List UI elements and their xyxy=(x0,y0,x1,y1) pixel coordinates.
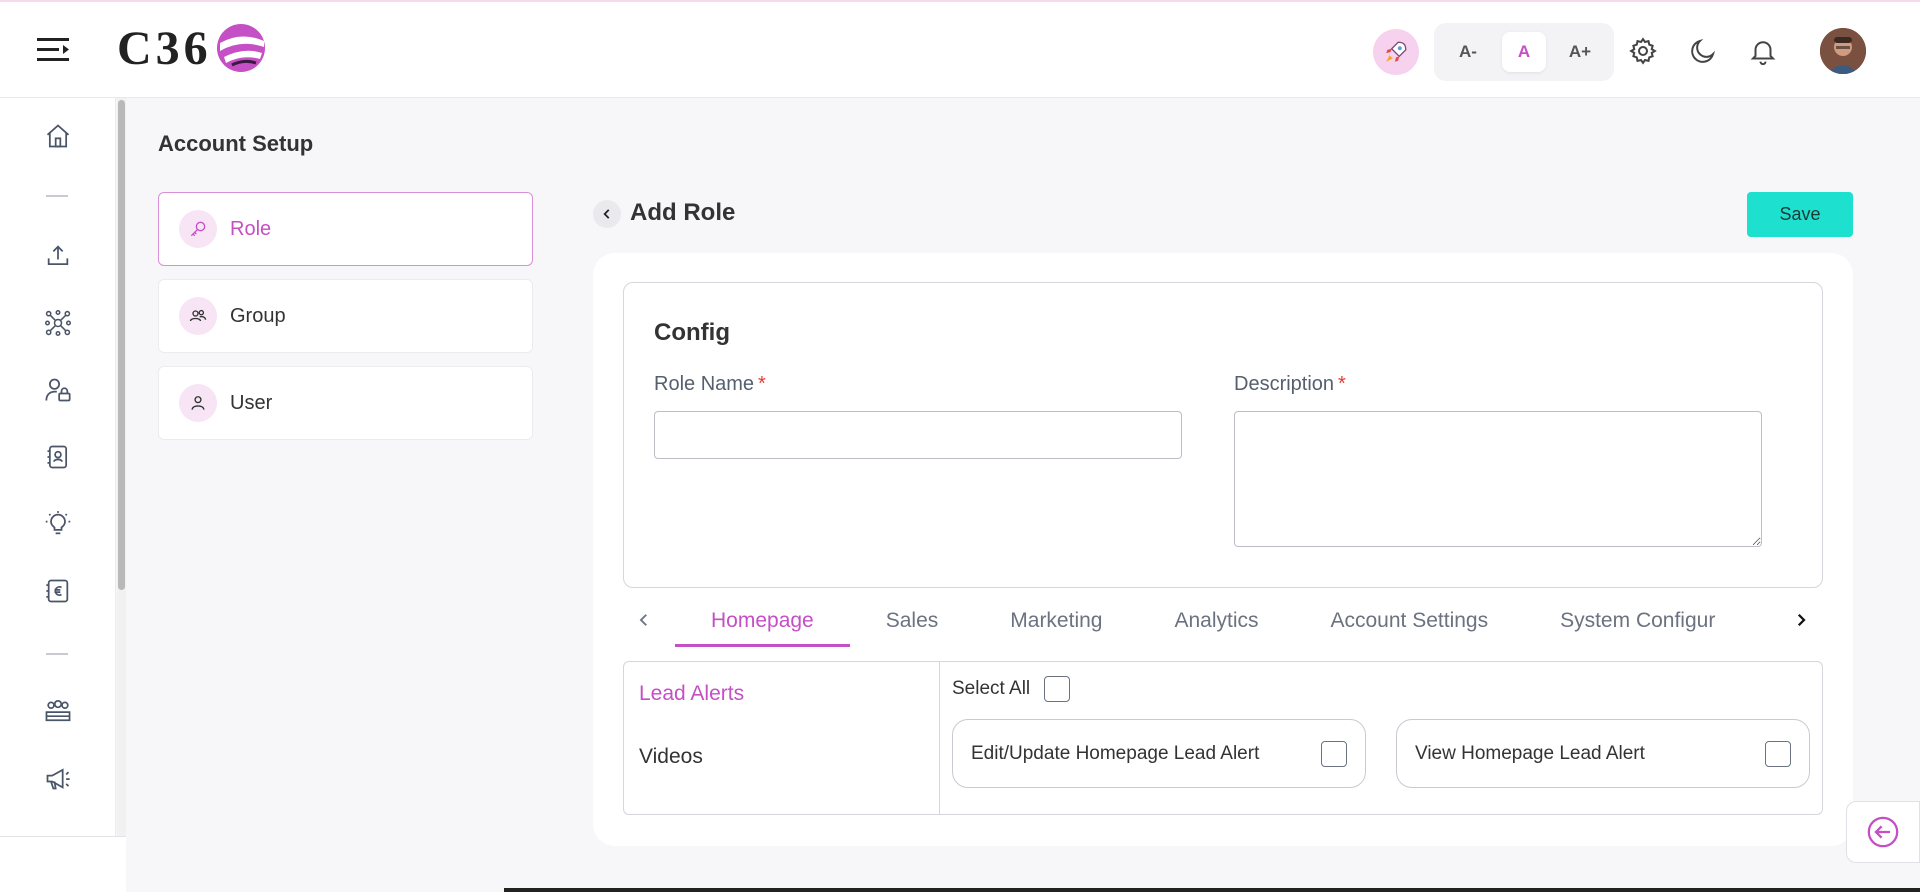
globe-logo-icon xyxy=(216,24,265,72)
bottom-edge xyxy=(504,888,1920,892)
chevron-right-icon xyxy=(1797,613,1806,627)
role-name-label: Role Name * xyxy=(654,373,766,396)
category-lead-alerts[interactable]: Lead Alerts xyxy=(639,682,744,706)
page-title: Account Setup xyxy=(158,131,314,156)
select-all: Select All xyxy=(952,676,1071,702)
menu-item-label: Role xyxy=(230,217,272,240)
tabs-scroll-left-button[interactable] xyxy=(629,605,659,635)
chevron-left-icon xyxy=(603,209,610,219)
home-icon[interactable] xyxy=(41,119,75,153)
required-mark: * xyxy=(758,373,766,395)
role-form-card: Config Role Name * Description * Homepage S… xyxy=(593,253,1853,846)
back-button[interactable] xyxy=(593,200,621,228)
required-mark: * xyxy=(1338,373,1346,395)
role-name-input[interactable] xyxy=(654,411,1182,459)
font-default-button[interactable]: A xyxy=(1502,32,1546,72)
permissions-panel: Lead Alerts Videos Select All Edit/Updat… xyxy=(623,661,1823,815)
logo[interactable]: C36 xyxy=(117,20,268,76)
logo-text: C36 xyxy=(117,21,212,75)
team-icon[interactable] xyxy=(41,694,75,728)
upload-icon[interactable] xyxy=(41,239,75,273)
account-setup-menu: Role Group User xyxy=(158,192,533,453)
bell-icon[interactable] xyxy=(1746,34,1780,68)
floating-back-button[interactable] xyxy=(1846,801,1920,863)
user-icon xyxy=(179,384,217,422)
menu-icon[interactable] xyxy=(37,35,71,65)
font-increase-button[interactable]: A+ xyxy=(1558,32,1602,72)
menu-item-user[interactable]: User xyxy=(158,366,533,440)
tab-homepage[interactable]: Homepage xyxy=(675,593,850,647)
rocket-button[interactable] xyxy=(1373,29,1419,75)
top-header: C36 A- A A+ xyxy=(0,0,1920,98)
rail-footer xyxy=(0,836,126,892)
permission-item: View Homepage Lead Alert xyxy=(1396,719,1810,788)
tabs-scroll-right-button[interactable] xyxy=(1786,605,1816,635)
permission-item: Edit/Update Homepage Lead Alert xyxy=(952,719,1366,788)
left-nav-rail xyxy=(0,98,116,892)
permission-categories: Lead Alerts Videos xyxy=(624,662,940,814)
megaphone-icon[interactable] xyxy=(41,761,75,795)
description-label-text: Description xyxy=(1234,373,1335,395)
menu-item-label: Group xyxy=(230,304,286,327)
description-input[interactable] xyxy=(1234,411,1762,547)
circle-arrow-left-icon xyxy=(1867,816,1899,848)
permission-label: Edit/Update Homepage Lead Alert xyxy=(971,742,1260,764)
tab-marketing[interactable]: Marketing xyxy=(974,593,1138,647)
tabs-viewport: Homepage Sales Marketing Analytics Account S… xyxy=(675,593,1765,647)
permission-label: View Homepage Lead Alert xyxy=(1415,742,1645,764)
select-all-label: Select All xyxy=(952,678,1031,699)
tab-system-configuration[interactable]: System Configur xyxy=(1524,593,1751,647)
group-icon xyxy=(179,297,217,335)
rocket-icon xyxy=(1386,41,1407,62)
rail-scrollbar-thumb[interactable] xyxy=(118,100,125,590)
select-all-checkbox[interactable] xyxy=(1044,676,1071,702)
gear-icon[interactable] xyxy=(1626,34,1660,68)
category-videos[interactable]: Videos xyxy=(639,745,703,769)
config-title: Config xyxy=(654,319,730,346)
permission-checkbox[interactable] xyxy=(1765,740,1791,767)
tab-sales[interactable]: Sales xyxy=(850,593,975,647)
user-lock-icon[interactable] xyxy=(41,373,75,407)
config-section: Config Role Name * Description * xyxy=(623,282,1823,588)
tab-account-settings[interactable]: Account Settings xyxy=(1295,593,1525,647)
tab-analytics[interactable]: Analytics xyxy=(1138,593,1294,647)
menu-item-label: User xyxy=(230,391,273,414)
divider xyxy=(46,195,68,197)
font-size-controls: A- A A+ xyxy=(1434,23,1614,81)
description-label: Description * xyxy=(1234,373,1346,396)
role-name-label-text: Role Name xyxy=(654,373,755,395)
id-badge-icon[interactable] xyxy=(41,440,75,474)
key-icon xyxy=(179,210,217,248)
moon-icon[interactable] xyxy=(1686,34,1720,68)
lightbulb-icon[interactable] xyxy=(41,507,75,541)
divider xyxy=(46,653,68,655)
currency-card-icon[interactable] xyxy=(41,574,75,608)
module-tabs: Homepage Sales Marketing Analytics Account S… xyxy=(623,593,1823,647)
font-decrease-button[interactable]: A- xyxy=(1446,32,1490,72)
user-avatar[interactable] xyxy=(1820,28,1866,74)
save-button[interactable]: Save xyxy=(1747,192,1853,237)
form-title: Add Role xyxy=(630,199,736,226)
chevron-left-icon xyxy=(639,614,647,626)
permission-checkbox[interactable] xyxy=(1321,740,1347,767)
menu-item-group[interactable]: Group xyxy=(158,279,533,353)
menu-item-role[interactable]: Role xyxy=(158,192,533,266)
network-icon[interactable] xyxy=(41,306,75,340)
